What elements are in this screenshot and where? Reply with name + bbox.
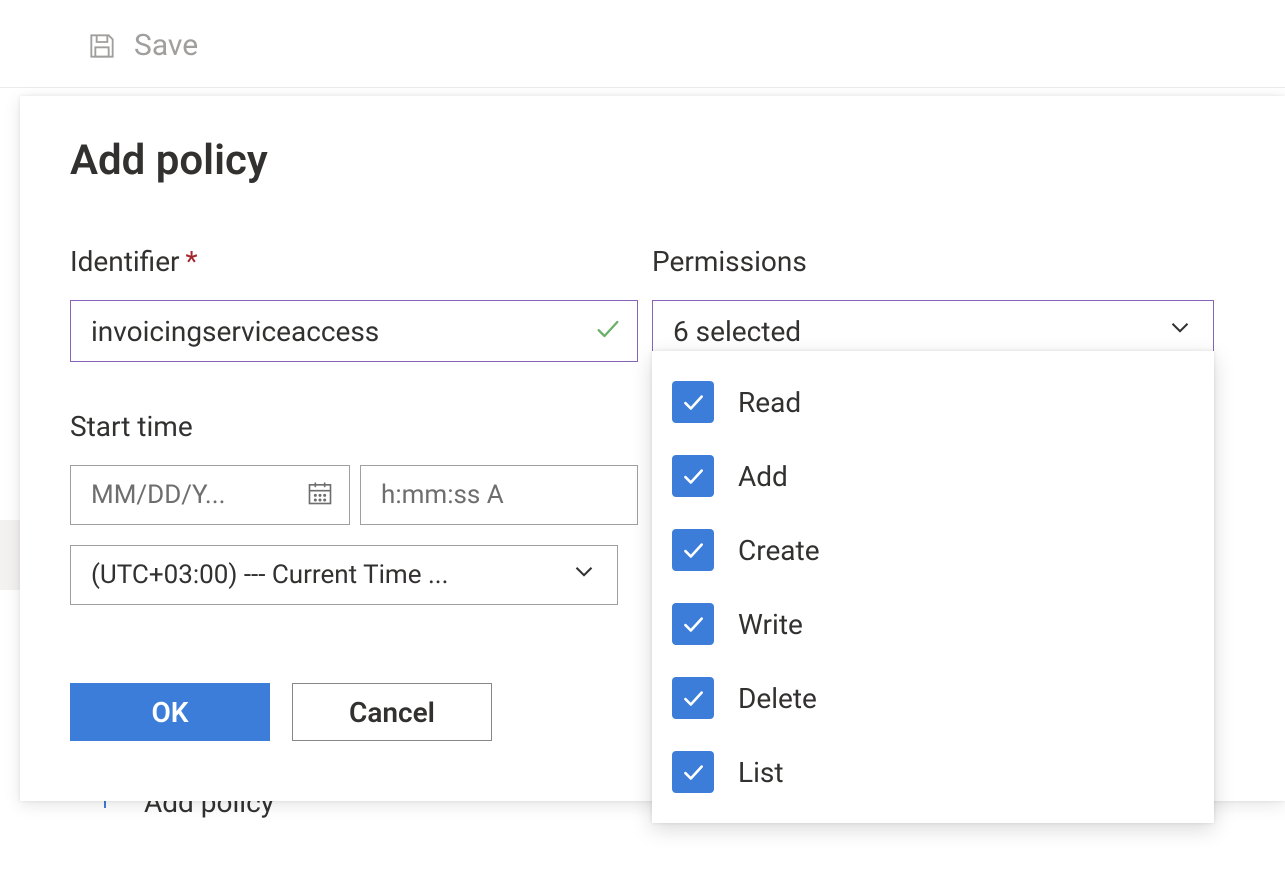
save-icon[interactable] (86, 30, 118, 62)
checkbox-checked-icon[interactable] (672, 751, 714, 793)
identifier-input[interactable] (70, 300, 638, 362)
toolbar: Save (0, 0, 1285, 88)
checkbox-checked-icon[interactable] (672, 455, 714, 497)
permissions-summary: 6 selected (673, 315, 801, 348)
start-time-label: Start time (70, 410, 638, 443)
panel-title: Add policy (70, 136, 1235, 185)
permission-option-delete[interactable]: Delete (652, 661, 1214, 735)
checkmark-icon (594, 315, 622, 347)
checkbox-checked-icon[interactable] (672, 603, 714, 645)
timezone-value: (UTC+03:00) --- Current Time ... (91, 560, 449, 590)
permissions-dropdown: Read Add Create (652, 351, 1214, 823)
permission-option-write[interactable]: Write (652, 587, 1214, 661)
chevron-down-icon (1165, 313, 1195, 350)
permission-label: Read (738, 386, 801, 419)
permission-label: Delete (738, 682, 817, 715)
cancel-button[interactable]: Cancel (292, 683, 492, 741)
checkbox-checked-icon[interactable] (672, 381, 714, 423)
save-button-label[interactable]: Save (134, 28, 198, 63)
required-indicator: * (186, 245, 198, 278)
start-time-input[interactable]: h:mm:ss A (360, 465, 638, 525)
ok-button[interactable]: OK (70, 683, 270, 741)
permission-option-add[interactable]: Add (652, 439, 1214, 513)
start-time-placeholder: h:mm:ss A (381, 480, 504, 510)
add-policy-panel: Add policy Identifier * Start time (20, 96, 1285, 801)
permission-label: List (738, 756, 784, 789)
permissions-label: Permissions (652, 245, 1214, 278)
permission-label: Write (738, 608, 803, 641)
identifier-label: Identifier * (70, 245, 638, 278)
identifier-label-text: Identifier (70, 245, 180, 278)
checkbox-checked-icon[interactable] (672, 677, 714, 719)
calendar-icon[interactable] (306, 479, 334, 511)
chevron-down-icon (569, 557, 599, 594)
permission-label: Add (738, 460, 788, 493)
background-selection-strip (0, 520, 20, 590)
start-date-placeholder: MM/DD/Y... (91, 480, 225, 510)
permission-label: Create (738, 534, 820, 567)
checkbox-checked-icon[interactable] (672, 529, 714, 571)
permission-option-create[interactable]: Create (652, 513, 1214, 587)
permission-option-list[interactable]: List (652, 735, 1214, 809)
timezone-select[interactable]: (UTC+03:00) --- Current Time ... (70, 545, 618, 605)
permission-option-read[interactable]: Read (652, 365, 1214, 439)
